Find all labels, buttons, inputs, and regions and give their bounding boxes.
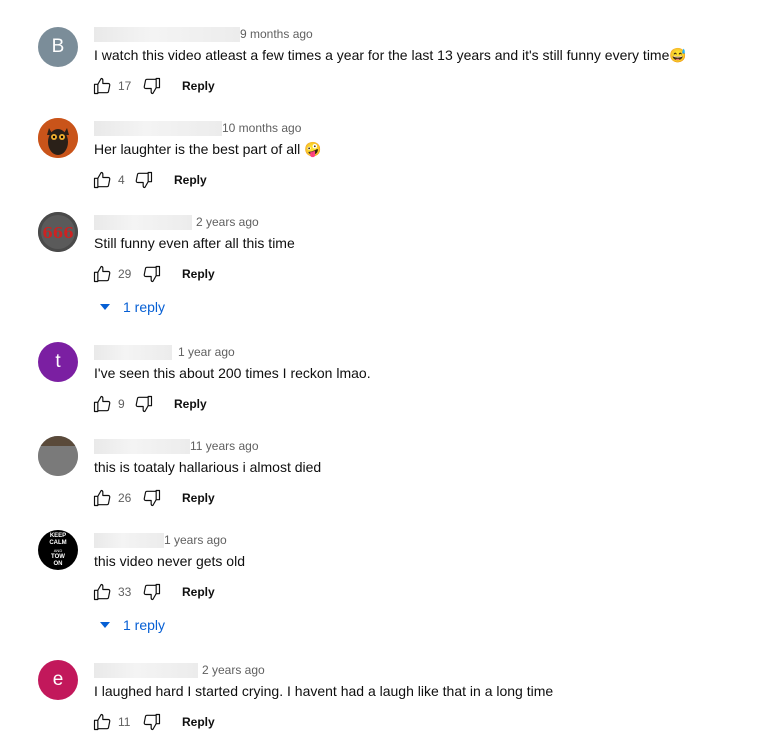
like-count: 11 <box>118 715 131 729</box>
thumbs-up-icon[interactable] <box>92 394 112 414</box>
thumbs-up-icon[interactable] <box>92 582 112 602</box>
view-replies-button[interactable]: 1 reply <box>100 617 165 633</box>
comment-timestamp[interactable]: 9 months ago <box>240 27 313 41</box>
reply-button[interactable]: Reply <box>174 397 207 411</box>
reply-button[interactable]: Reply <box>182 79 215 93</box>
avatar-letter: e <box>52 669 64 690</box>
comment-text: Her laughter is the best part of all 🤪 <box>94 141 322 157</box>
replies-label: 1 reply <box>123 299 166 315</box>
comment-text: this video never gets old <box>94 553 245 569</box>
thumbs-up-icon[interactable] <box>92 170 112 190</box>
owl-avatar-icon <box>38 118 78 158</box>
like-count: 4 <box>118 173 125 187</box>
comment-text: I've seen this about 200 times I reckon … <box>94 365 371 381</box>
avatar[interactable]: B <box>38 27 78 67</box>
comment-text: I watch this video atleast a few times a… <box>94 47 687 63</box>
666-avatar-icon: 666 <box>38 212 78 252</box>
author-name-masked[interactable] <box>94 120 222 136</box>
author-name-masked[interactable] <box>94 26 240 42</box>
avatar-666-label: 666 <box>42 224 73 242</box>
reply-button[interactable]: Reply <box>182 491 215 505</box>
like-count: 33 <box>118 585 132 599</box>
author-name-masked[interactable] <box>94 438 190 454</box>
like-count: 9 <box>118 397 125 411</box>
comment-timestamp[interactable]: 10 months ago <box>222 121 301 135</box>
avatar[interactable]: 666 <box>38 212 78 252</box>
avatar-text-line: AND <box>53 547 63 553</box>
view-replies-button[interactable]: 1 reply <box>100 299 165 315</box>
avatar-text-line: TOW <box>51 553 65 560</box>
thumbs-down-icon[interactable] <box>142 488 162 508</box>
thumbs-up-icon[interactable] <box>92 264 112 284</box>
thumbs-down-icon[interactable] <box>142 712 162 732</box>
comment-text: Still funny even after all this time <box>94 235 295 251</box>
replies-label: 1 reply <box>123 617 166 633</box>
thumbs-down-icon[interactable] <box>142 582 162 602</box>
avatar-letter: B <box>51 36 65 57</box>
thumbs-down-icon[interactable] <box>142 264 162 284</box>
author-name-masked[interactable] <box>94 214 192 230</box>
author-name-masked[interactable] <box>94 662 198 678</box>
avatar[interactable]: e <box>38 660 78 700</box>
thumbs-up-icon[interactable] <box>92 76 112 96</box>
avatar[interactable]: t <box>38 342 78 382</box>
comment-text: I laughed hard I started crying. I haven… <box>94 683 554 699</box>
thumbs-up-icon[interactable] <box>92 712 112 732</box>
comment-timestamp[interactable]: 11 years ago <box>190 439 259 453</box>
caret-down-icon <box>100 304 110 310</box>
like-count: 26 <box>118 491 132 505</box>
avatar-text-line: ON <box>53 560 63 567</box>
comment-timestamp[interactable]: 1 year ago <box>178 345 235 359</box>
photo-avatar-icon <box>38 436 78 476</box>
reply-button[interactable]: Reply <box>174 173 207 187</box>
avatar-letter: t <box>55 351 61 372</box>
reply-button[interactable]: Reply <box>182 267 215 281</box>
comment-timestamp[interactable]: 2 years ago <box>202 663 265 677</box>
author-name-masked[interactable] <box>94 344 172 360</box>
reply-button[interactable]: Reply <box>182 585 215 599</box>
thumbs-down-icon[interactable] <box>142 76 162 96</box>
like-count: 17 <box>118 79 132 93</box>
avatar[interactable] <box>38 436 78 476</box>
comment-timestamp[interactable]: 1 years ago <box>164 533 227 547</box>
thumbs-down-icon[interactable] <box>134 394 154 414</box>
author-name-masked[interactable] <box>94 532 164 548</box>
avatar-text-line: KEEP <box>49 532 67 539</box>
avatar[interactable] <box>38 118 78 158</box>
thumbs-up-icon[interactable] <box>92 488 112 508</box>
thumbs-down-icon[interactable] <box>134 170 154 190</box>
like-count: 29 <box>118 267 132 281</box>
avatar[interactable]: KEEP CALM AND TOW ON <box>38 530 78 570</box>
comment-timestamp[interactable]: 2 years ago <box>196 215 259 229</box>
keep-calm-avatar-icon: KEEP CALM AND TOW ON <box>49 533 66 568</box>
caret-down-icon <box>100 622 110 628</box>
comment-text: this is toataly hallarious i almost died <box>94 459 322 475</box>
avatar-text-line: CALM <box>49 539 67 546</box>
reply-button[interactable]: Reply <box>182 715 215 729</box>
